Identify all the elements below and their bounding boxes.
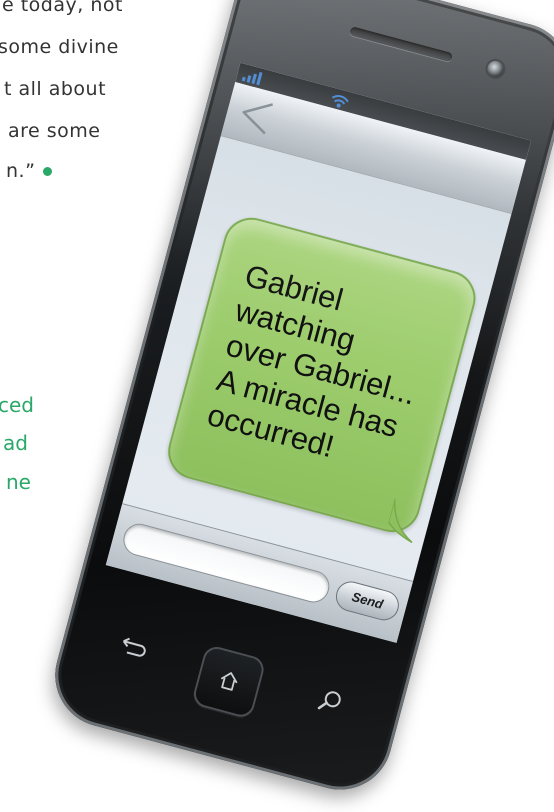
camera-icon — [485, 59, 506, 79]
article-line: are some — [8, 120, 101, 142]
article-line: e today, not — [2, 0, 123, 16]
signal-bars-icon — [241, 67, 267, 86]
pull-quote-line: ced — [0, 393, 34, 417]
conversation-area: Gabriel watching over Gabriel... A mirac… — [122, 136, 511, 581]
article-line: some divine — [0, 36, 119, 58]
message-bubble: Gabriel watching over Gabriel... A mirac… — [161, 211, 482, 539]
home-button[interactable] — [190, 643, 267, 720]
article-line: t all about — [4, 78, 107, 100]
article-line-text: n.” — [6, 160, 36, 182]
home-icon — [220, 672, 238, 691]
search-icon[interactable] — [315, 685, 347, 717]
return-arrow-icon[interactable] — [116, 634, 151, 663]
speaker-grille — [349, 26, 454, 63]
message-text: Gabriel watching over Gabriel... A mirac… — [204, 258, 463, 489]
pull-quote-line: ne — [6, 470, 31, 494]
phone-screen: Gabriel watching over Gabriel... A mirac… — [105, 62, 532, 643]
article-line-end: n.” — [6, 160, 53, 182]
pull-quote-line: ad — [3, 431, 28, 455]
back-arrow-icon[interactable] — [231, 90, 282, 141]
smartphone: Gabriel watching over Gabriel... A mirac… — [43, 0, 554, 802]
bullet-icon — [43, 167, 53, 176]
send-button[interactable]: Send — [332, 578, 403, 624]
